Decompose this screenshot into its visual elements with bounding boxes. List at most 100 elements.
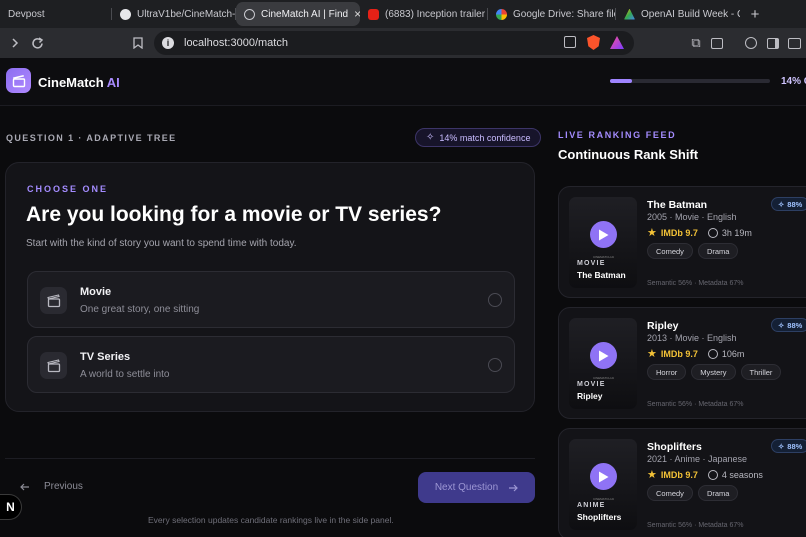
poster-title: Shoplifters: [577, 512, 622, 522]
previous-label: Previous: [44, 481, 83, 492]
option-description: One great story, one sitting: [80, 304, 200, 315]
movie-title: Ripley: [647, 320, 679, 332]
address-bar[interactable]: i localhost:3000/match: [154, 31, 634, 55]
choose-one-label: CHOOSE ONE: [27, 184, 109, 194]
poster-title: The Batman: [577, 270, 626, 280]
sparkle-icon: ✧: [426, 132, 435, 143]
brave-rewards-icon[interactable]: [610, 36, 624, 49]
screenshot-button[interactable]: [706, 32, 728, 54]
movie-title: The Batman: [647, 199, 708, 211]
tab-google-drive[interactable]: Google Drive: Share files: [488, 2, 616, 26]
score-breakdown: Semantic 56% · Metadata 67%: [647, 522, 744, 529]
match-progress-bar: [610, 79, 770, 83]
match-percentage: 88%: [787, 199, 803, 209]
match-percentage: 88%: [787, 320, 803, 330]
play-icon[interactable]: [590, 463, 617, 490]
movie-rating-row: ★ IMDb 9.7 4 seasons: [647, 468, 763, 481]
tab-title: CineMatch AI | Find: [261, 8, 349, 20]
option-radio[interactable]: [488, 293, 502, 307]
forward-button[interactable]: [4, 32, 26, 54]
tab-title: Google Drive: Share files: [513, 8, 616, 20]
site-info-icon[interactable]: i: [162, 37, 174, 49]
movie-title: Shoplifters: [647, 441, 702, 453]
poster-kind: MOVIE: [577, 381, 606, 388]
youtube-icon: [368, 8, 379, 20]
sync-icon: [745, 37, 757, 49]
genre-tags: Horror Mystery Thriller: [647, 364, 782, 380]
bookmark-icon: [133, 37, 143, 49]
sidebar-icon: [767, 37, 779, 49]
option-movie[interactable]: Movie One great story, one sitting: [27, 271, 515, 328]
movie-rating-row: ★ IMDb 9.7 3h 19m: [647, 226, 752, 239]
plus-icon: +: [750, 5, 760, 23]
reload-icon: [31, 36, 43, 49]
poster-title: Ripley: [577, 391, 603, 401]
genre-tag: Comedy: [647, 485, 693, 501]
arrow-right-icon: [509, 484, 519, 491]
movie-poster[interactable]: CINEMATCH AI MOVIE The Batman: [569, 197, 637, 288]
clapperboard-icon: [12, 74, 25, 87]
genre-tag: Horror: [647, 364, 687, 380]
wallet-button[interactable]: [783, 32, 805, 54]
tab-openai-build-week[interactable]: OpenAI Build Week - Go: [616, 2, 740, 26]
question-label: QUESTION 1 · ADAPTIVE TREE: [6, 133, 177, 143]
imdb-rating: IMDb 9.7: [660, 227, 698, 238]
genre-tag: Drama: [697, 485, 739, 501]
app-logo[interactable]: [6, 68, 31, 93]
clapperboard-icon: [40, 352, 67, 379]
progress-percentage: 14% C: [781, 76, 806, 87]
arrow-left-icon: [20, 483, 29, 490]
bookmark-button[interactable]: [127, 32, 149, 54]
tab-cinematch[interactable]: CineMatch AI | Find ×: [236, 2, 360, 26]
movie-meta: 2005 · Movie · English: [647, 212, 737, 222]
confidence-pill: ✧ 14% match confidence: [415, 128, 542, 147]
extensions-button[interactable]: ⧉: [685, 32, 707, 54]
movie-card[interactable]: CINEMATCH AI MOVIE Ripley Ripley 2013 · …: [558, 307, 806, 419]
tab-github[interactable]: UltraV1be/CineMatch-AI: [112, 2, 236, 26]
dev-indicator-button[interactable]: N: [0, 494, 22, 520]
option-tv-series[interactable]: TV Series A world to settle into: [27, 336, 515, 393]
movie-poster[interactable]: CINEMATCH AI ANIME Shoplifters: [569, 439, 637, 530]
play-icon[interactable]: [590, 342, 617, 369]
duration: 4 seasons: [721, 469, 763, 480]
app-header: CineMatchAI 14% C: [0, 58, 806, 106]
brave-shield-icon[interactable]: [587, 35, 600, 50]
tab-devpost[interactable]: Devpost: [0, 2, 112, 26]
genre-tag: Comedy: [647, 243, 693, 259]
duration: 106m: [721, 348, 745, 359]
next-label: Next Question: [434, 482, 499, 493]
tab-title: OpenAI Build Week - Go: [641, 8, 740, 20]
clock-icon: [707, 348, 718, 359]
sparkle-icon: ✧: [778, 199, 785, 209]
feed-title: Continuous Rank Shift: [558, 147, 699, 162]
poster-caption: CINEMATCH AI: [593, 497, 615, 501]
movie-card[interactable]: CINEMATCH AI MOVIE The Batman The Batman…: [558, 186, 806, 298]
movie-card[interactable]: CINEMATCH AI ANIME Shoplifters Shoplifte…: [558, 428, 806, 537]
play-icon[interactable]: [590, 221, 617, 248]
option-title: Movie: [80, 286, 112, 298]
genre-tags: Comedy Drama: [647, 243, 739, 259]
next-question-button[interactable]: Next Question: [418, 472, 535, 503]
genre-tag: Thriller: [740, 364, 782, 380]
movie-meta: 2021 · Anime · Japanese: [647, 454, 748, 464]
match-badge: ✧ 88%: [771, 318, 806, 332]
match-badge: ✧ 88%: [771, 439, 806, 453]
movie-poster[interactable]: CINEMATCH AI MOVIE Ripley: [569, 318, 637, 409]
new-tab-button[interactable]: +: [740, 2, 770, 26]
match-percentage: 88%: [787, 441, 803, 451]
option-radio[interactable]: [488, 358, 502, 372]
wallet-icon: [787, 37, 801, 49]
puzzle-icon: ⧉: [691, 35, 701, 50]
browser-tab-strip: Devpost UltraV1be/CineMatch-AI CineMatch…: [0, 0, 806, 28]
share-icon[interactable]: [564, 36, 576, 48]
reload-button[interactable]: [26, 32, 48, 54]
sidebar-toggle-button[interactable]: [762, 32, 784, 54]
sync-button[interactable]: [740, 32, 762, 54]
clapperboard-icon: [40, 287, 67, 314]
footnote: Every selection updates candidate rankin…: [148, 515, 394, 525]
divider: [5, 458, 535, 459]
score-breakdown: Semantic 56% · Metadata 67%: [647, 401, 744, 408]
previous-button[interactable]: Previous: [20, 481, 83, 492]
sparkle-icon: ✧: [778, 441, 785, 451]
tab-youtube[interactable]: (6883) Inception trailer: [360, 2, 488, 26]
